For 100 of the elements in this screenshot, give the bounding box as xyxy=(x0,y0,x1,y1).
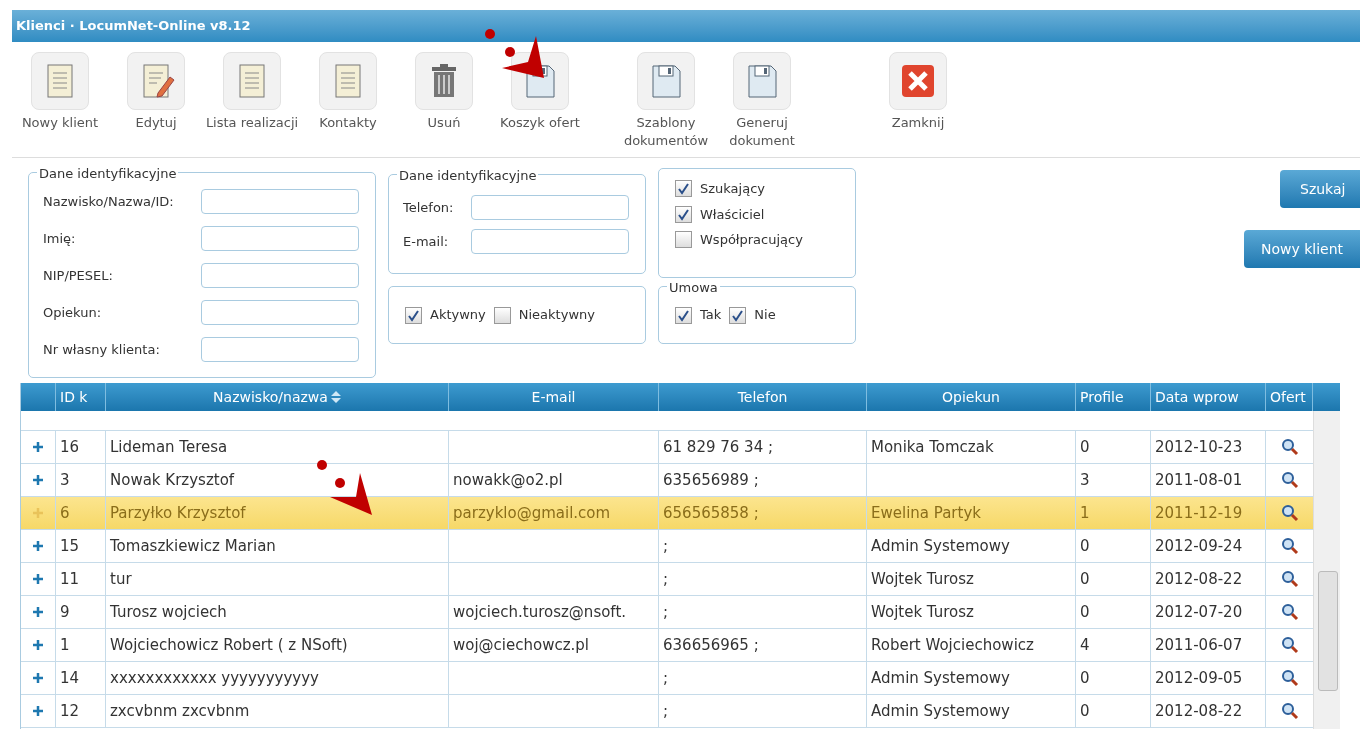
input-field[interactable] xyxy=(201,300,359,325)
toolbar-button[interactable]: Lista realizacji xyxy=(204,52,300,132)
table-cell-text: 16 xyxy=(60,436,80,458)
new-client-button[interactable]: Nowy klient xyxy=(1244,230,1360,268)
input-field[interactable] xyxy=(201,263,359,288)
toolbar-button[interactable]: Usuń xyxy=(396,52,492,132)
input-field[interactable] xyxy=(471,229,629,254)
table-row[interactable]: 15 Tomaszkiewicz Marian ; Admin Systemowy 0 2012-09-24 xyxy=(21,530,1313,563)
checkbox[interactable] xyxy=(493,306,511,324)
search-icon[interactable] xyxy=(1280,504,1299,522)
search-icon[interactable] xyxy=(1280,537,1299,555)
checkbox[interactable] xyxy=(675,205,692,223)
field-label: E-mail: xyxy=(403,232,450,251)
search-icon[interactable] xyxy=(1280,636,1299,654)
table-cell-text: parzyklo@gmail.com xyxy=(453,502,611,524)
scrollbar[interactable] xyxy=(1313,411,1340,729)
table-row[interactable]: 14 xxxxxxxxxxxx yyyyyyyyyyy ; Admin Systemowy 0 2012-09-05 xyxy=(21,662,1313,695)
field-label: NIP/PESEL: xyxy=(43,266,114,285)
table-cell-text: 3 xyxy=(60,469,70,491)
table-cell-text: Admin Systemowy xyxy=(871,535,1010,557)
table-cell-text: Lideman Teresa xyxy=(110,436,228,458)
table-cell-text: wojciech.turosz@nsoft. xyxy=(453,601,627,623)
input-field[interactable] xyxy=(471,195,629,220)
window-title: Klienci · LocumNet-Online v8.12 xyxy=(16,17,251,36)
checkbox-label: Nieaktywny xyxy=(518,306,595,325)
table-cell-text: 0 xyxy=(1080,535,1090,557)
table-cell-text: Wojciechowicz Robert ( z NSoft) xyxy=(110,634,348,656)
table-row[interactable]: 6 Parzyłko Krzysztof parzyklo@gmail.com 656565858 ; Ewelina Partyk 1 2011-12-19 xyxy=(21,497,1313,530)
checkbox[interactable] xyxy=(729,306,747,324)
scroll-thumb[interactable] xyxy=(1318,571,1338,691)
table-cell-text: 2012-09-05 xyxy=(1155,667,1243,689)
table-row[interactable]: 9 Turosz wojciech wojciech.turosz@nsoft. ; Wojtek Turosz 0 2012-07-20 xyxy=(21,596,1313,629)
search-button[interactable]: Szukaj xyxy=(1280,170,1360,208)
search-icon[interactable] xyxy=(1280,669,1299,687)
search-icon[interactable] xyxy=(1280,438,1299,456)
table-cell-text: 2012-10-23 xyxy=(1155,436,1243,458)
table-cell-text: 1 xyxy=(60,634,70,656)
table-cell-text: Parzyłko Krzysztof xyxy=(110,502,246,524)
column-header[interactable]: Telefon xyxy=(659,383,867,411)
input-field[interactable] xyxy=(201,226,359,251)
search-icon[interactable] xyxy=(1280,570,1299,588)
table-cell-text: 11 xyxy=(60,568,80,590)
table-cell-text: 6 xyxy=(60,502,70,524)
toolbar-button[interactable]: Kontakty xyxy=(300,52,396,132)
toolbar-button[interactable]: Szablony dokumentów xyxy=(618,52,714,150)
column-header[interactable]: Data wprow xyxy=(1151,383,1266,411)
table-row[interactable]: 3 Nowak Krzysztof nowakk@o2.pl 635656989 ; 3 2011-08-01 xyxy=(21,464,1313,497)
table-cell-text: 0 xyxy=(1080,601,1090,623)
column-header[interactable]: Nazwisko/nazwa xyxy=(106,383,449,411)
table-cell-text: 2012-08-22 xyxy=(1155,568,1243,590)
toolbar-button[interactable]: Zamknij xyxy=(870,52,966,132)
checkbox[interactable] xyxy=(675,306,692,324)
table-cell-text: Turosz wojciech xyxy=(110,601,227,623)
table-cell-text: woj@ciechowcz.pl xyxy=(453,634,590,656)
table-cell-text: 9 xyxy=(60,601,70,623)
field-label: Opiekun: xyxy=(43,303,103,322)
column-header[interactable]: Opiekun xyxy=(867,383,1076,411)
table-cell-text: 61 829 76 34 ; xyxy=(663,436,774,458)
field-label: Imię: xyxy=(43,229,77,248)
search-icon[interactable] xyxy=(1280,471,1299,489)
table-row[interactable]: 12 zxcvbnm zxcvbnm ; Admin Systemowy 0 2012-08-22 xyxy=(21,695,1313,728)
field-label: Telefon: xyxy=(403,198,455,217)
table-cell-text: 635656989 ; xyxy=(663,469,759,491)
table-row[interactable]: 16 Lideman Teresa 61 829 76 34 ; Monika Tomczak 0 2012-10-23 xyxy=(21,431,1313,464)
table-cell-text: 2011-08-01 xyxy=(1155,469,1243,491)
table-cell-text: 0 xyxy=(1080,436,1090,458)
table-cell-text: Nowak Krzysztof xyxy=(110,469,235,491)
checkbox[interactable] xyxy=(675,231,692,249)
table-cell-text: 2012-07-20 xyxy=(1155,601,1243,623)
table-cell-text: 0 xyxy=(1080,700,1090,722)
table-cell-text: tur xyxy=(110,568,132,590)
table-cell-text: ; xyxy=(663,535,669,557)
table-row[interactable]: 11 tur ; Wojtek Turosz 0 2012-08-22 xyxy=(21,563,1313,596)
sort-icon xyxy=(330,391,341,403)
table-cell-text: Wojtek Turosz xyxy=(871,568,974,590)
table-cell-text: zxcvbnm zxcvbnm xyxy=(110,700,250,722)
input-field[interactable] xyxy=(201,189,359,214)
table-cell-text: 4 xyxy=(1080,634,1090,656)
checkbox[interactable] xyxy=(405,306,422,324)
column-header[interactable]: Ofert xyxy=(1266,383,1313,411)
toolbar-button[interactable]: Edytuj xyxy=(108,52,204,132)
table-cell-text: Admin Systemowy xyxy=(871,667,1010,689)
table-cell-text: ; xyxy=(663,568,669,590)
table-cell-text: 636656965 ; xyxy=(663,634,759,656)
table-cell-text: ; xyxy=(663,700,669,722)
input-field[interactable] xyxy=(201,337,359,362)
search-icon[interactable] xyxy=(1280,702,1299,720)
checkbox[interactable] xyxy=(675,180,692,198)
table-cell-text: Monika Tomczak xyxy=(871,436,994,458)
table-row[interactable]: 1 Wojciechowicz Robert ( z NSoft) woj@ciechowcz.pl 636656965 ; Robert Wojciechowicz 4 2011-06-07 xyxy=(21,629,1313,662)
column-header[interactable]: Profile xyxy=(1076,383,1151,411)
pointer-arrow-icon xyxy=(316,459,374,515)
toolbar-button[interactable]: Nowy klient xyxy=(12,52,108,132)
column-header[interactable]: E-mail xyxy=(449,383,659,411)
checkbox-label: Nie xyxy=(754,306,776,325)
search-icon[interactable] xyxy=(1280,603,1299,621)
field-label: Nr własny klienta: xyxy=(43,340,161,359)
column-header[interactable]: ID k xyxy=(56,383,106,411)
table-cell-text: 14 xyxy=(60,667,80,689)
toolbar-button[interactable]: Generuj dokument xyxy=(714,52,810,150)
